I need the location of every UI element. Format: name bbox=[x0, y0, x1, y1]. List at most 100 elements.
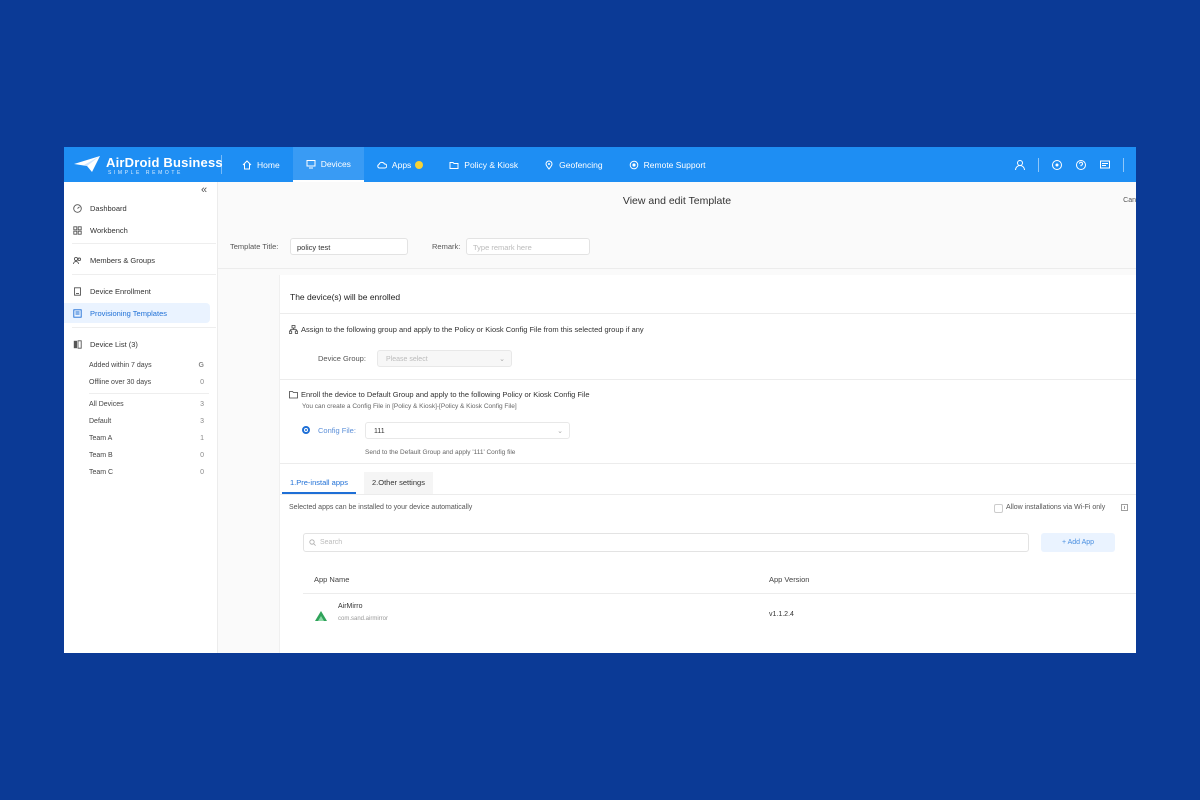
filter-offline-30-days[interactable]: Offline over 30 days 0 bbox=[89, 374, 204, 390]
option-assign-group[interactable]: Assign to the following group and apply … bbox=[289, 325, 644, 334]
message-icon[interactable] bbox=[1099, 159, 1111, 171]
nav-home[interactable]: Home bbox=[229, 147, 293, 182]
nav-label: Geofencing bbox=[559, 159, 603, 170]
nav-label: Home bbox=[257, 159, 280, 170]
device-group-label: Device Group: bbox=[318, 354, 366, 363]
app-version: v1.1.2.4 bbox=[769, 611, 794, 618]
nav-label: Devices bbox=[320, 158, 351, 169]
monitor-icon bbox=[306, 159, 316, 168]
sidebar-item-workbench[interactable]: Workbench bbox=[64, 220, 210, 240]
group-tree-icon bbox=[289, 325, 298, 334]
notification-badge bbox=[415, 160, 424, 169]
select-placeholder: Please select bbox=[386, 356, 428, 363]
app-name: AirMirro bbox=[338, 603, 363, 610]
sidebar-item-provisioning-templates[interactable]: Provisioning Templates bbox=[64, 303, 210, 323]
nav-geofencing[interactable]: Geofencing bbox=[531, 147, 615, 182]
divider bbox=[280, 463, 1136, 464]
top-navigation-bar: AirDroid Business SIMPLE REMOTE Home Dev… bbox=[64, 147, 1136, 182]
divider bbox=[221, 155, 222, 174]
remark-label: Remark: bbox=[432, 242, 461, 251]
config-file-label: Config File: bbox=[318, 426, 356, 435]
cancel-button[interactable]: Can bbox=[1123, 197, 1136, 204]
tab-other-settings[interactable]: 2.Other settings bbox=[364, 472, 433, 494]
config-file-select[interactable]: 111 ⌄ bbox=[365, 422, 570, 439]
page-title: View and edit Template bbox=[622, 195, 732, 207]
divider bbox=[280, 313, 1136, 314]
chevron-down-icon: ⌄ bbox=[499, 356, 505, 363]
enrollment-panel: The device(s) will be enrolled Assign to… bbox=[279, 275, 1136, 653]
group-count: 1 bbox=[200, 434, 204, 442]
filter-label: Offline over 30 days bbox=[89, 378, 152, 386]
remark-input[interactable]: Type remark here bbox=[466, 238, 590, 255]
collapse-sidebar-button[interactable]: « bbox=[201, 184, 207, 196]
option-default-group[interactable]: Enroll the device to Default Group and a… bbox=[289, 390, 590, 399]
device-group-select[interactable]: Please select ⌄ bbox=[377, 350, 512, 367]
sidebar-item-label: Device List (3) bbox=[90, 339, 138, 349]
search-input[interactable]: Search bbox=[303, 533, 1029, 552]
home-icon bbox=[242, 159, 252, 169]
search-icon bbox=[309, 539, 316, 546]
template-title-label: Template Title: bbox=[230, 242, 279, 251]
sidebar-item-label: Members & Groups bbox=[90, 255, 156, 265]
device-list-icon bbox=[73, 339, 82, 349]
template-title-input[interactable]: policy test bbox=[290, 238, 408, 255]
divider bbox=[72, 274, 216, 275]
folder-icon bbox=[449, 161, 459, 169]
support-icon bbox=[629, 160, 638, 169]
info-icon[interactable] bbox=[1121, 504, 1128, 511]
brand-tagline: SIMPLE REMOTE bbox=[108, 170, 183, 176]
wifi-only-checkbox[interactable] bbox=[994, 504, 1003, 513]
config-file-radio[interactable] bbox=[302, 426, 310, 434]
group-label: Default bbox=[89, 417, 112, 425]
brand-logo[interactable]: AirDroid Business SIMPLE REMOTE bbox=[72, 152, 223, 178]
account-icon[interactable] bbox=[1014, 159, 1026, 171]
sidebar-item-members-groups[interactable]: Members & Groups bbox=[64, 250, 210, 270]
divider bbox=[218, 268, 1136, 269]
topbar-actions bbox=[1008, 147, 1130, 182]
group-item-team-c[interactable]: Team C 0 bbox=[89, 464, 204, 480]
group-count: 3 bbox=[200, 400, 204, 408]
nav-label: Policy & Kiosk bbox=[464, 159, 519, 170]
sidebar-item-dashboard[interactable]: Dashboard bbox=[64, 198, 210, 218]
workbench-icon bbox=[73, 225, 82, 235]
nav-apps[interactable]: Apps bbox=[364, 147, 436, 182]
refresh-icon[interactable]: G bbox=[199, 362, 204, 369]
nav-policy-kiosk[interactable]: Policy & Kiosk bbox=[436, 147, 531, 182]
filter-count: 0 bbox=[200, 378, 204, 386]
group-item-default[interactable]: Default 3 bbox=[89, 413, 204, 429]
app-package: com.sand.airmirror bbox=[338, 616, 389, 622]
help-icon[interactable] bbox=[1075, 159, 1087, 171]
sidebar-item-label: Dashboard bbox=[90, 203, 127, 213]
group-item-team-a[interactable]: Team A 1 bbox=[89, 430, 204, 446]
nav-devices[interactable]: Devices bbox=[292, 147, 364, 182]
tab-pre-install-apps[interactable]: 1.Pre-install apps bbox=[282, 472, 356, 494]
group-item-team-b[interactable]: Team B 0 bbox=[89, 447, 204, 463]
divider bbox=[1123, 157, 1124, 172]
sidebar: « Dashboard Workbench Members & Groups D… bbox=[64, 182, 218, 653]
sidebar-item-device-enrollment[interactable]: Device Enrollment bbox=[64, 281, 210, 301]
sidebar-item-device-list[interactable]: Device List (3) bbox=[64, 334, 210, 354]
divider bbox=[1038, 157, 1039, 172]
settings-icon[interactable] bbox=[1051, 159, 1063, 171]
template-icon bbox=[73, 308, 82, 318]
option-label: Enroll the device to Default Group and a… bbox=[301, 390, 590, 399]
nav-remote-support[interactable]: Remote Support bbox=[616, 147, 719, 182]
group-label: Team A bbox=[89, 434, 113, 442]
group-label: Team C bbox=[89, 468, 114, 476]
filter-added-7-days[interactable]: Added within 7 days G bbox=[89, 357, 204, 373]
main-nav: Home Devices Apps Policy & Kiosk Geofenc… bbox=[229, 147, 719, 182]
group-item-all-devices[interactable]: All Devices 3 bbox=[89, 396, 204, 412]
settings-tabs: 1.Pre-install apps 2.Other settings bbox=[280, 472, 1136, 495]
group-count: 0 bbox=[200, 468, 204, 476]
group-count: 0 bbox=[200, 451, 204, 459]
search-placeholder: Search bbox=[320, 539, 343, 546]
config-file-hint: You can create a Config File in [Policy … bbox=[302, 403, 517, 410]
divider bbox=[303, 593, 1136, 594]
section-title: The device(s) will be enrolled bbox=[290, 292, 401, 302]
sidebar-item-label: Workbench bbox=[90, 225, 128, 235]
app-window: AirDroid Business SIMPLE REMOTE Home Dev… bbox=[64, 147, 1136, 653]
brand-name: AirDroid Business bbox=[106, 155, 223, 170]
nav-label: Apps bbox=[391, 159, 412, 170]
column-header-app-name: App Name bbox=[314, 575, 350, 584]
add-app-button[interactable]: + Add App bbox=[1041, 533, 1115, 552]
